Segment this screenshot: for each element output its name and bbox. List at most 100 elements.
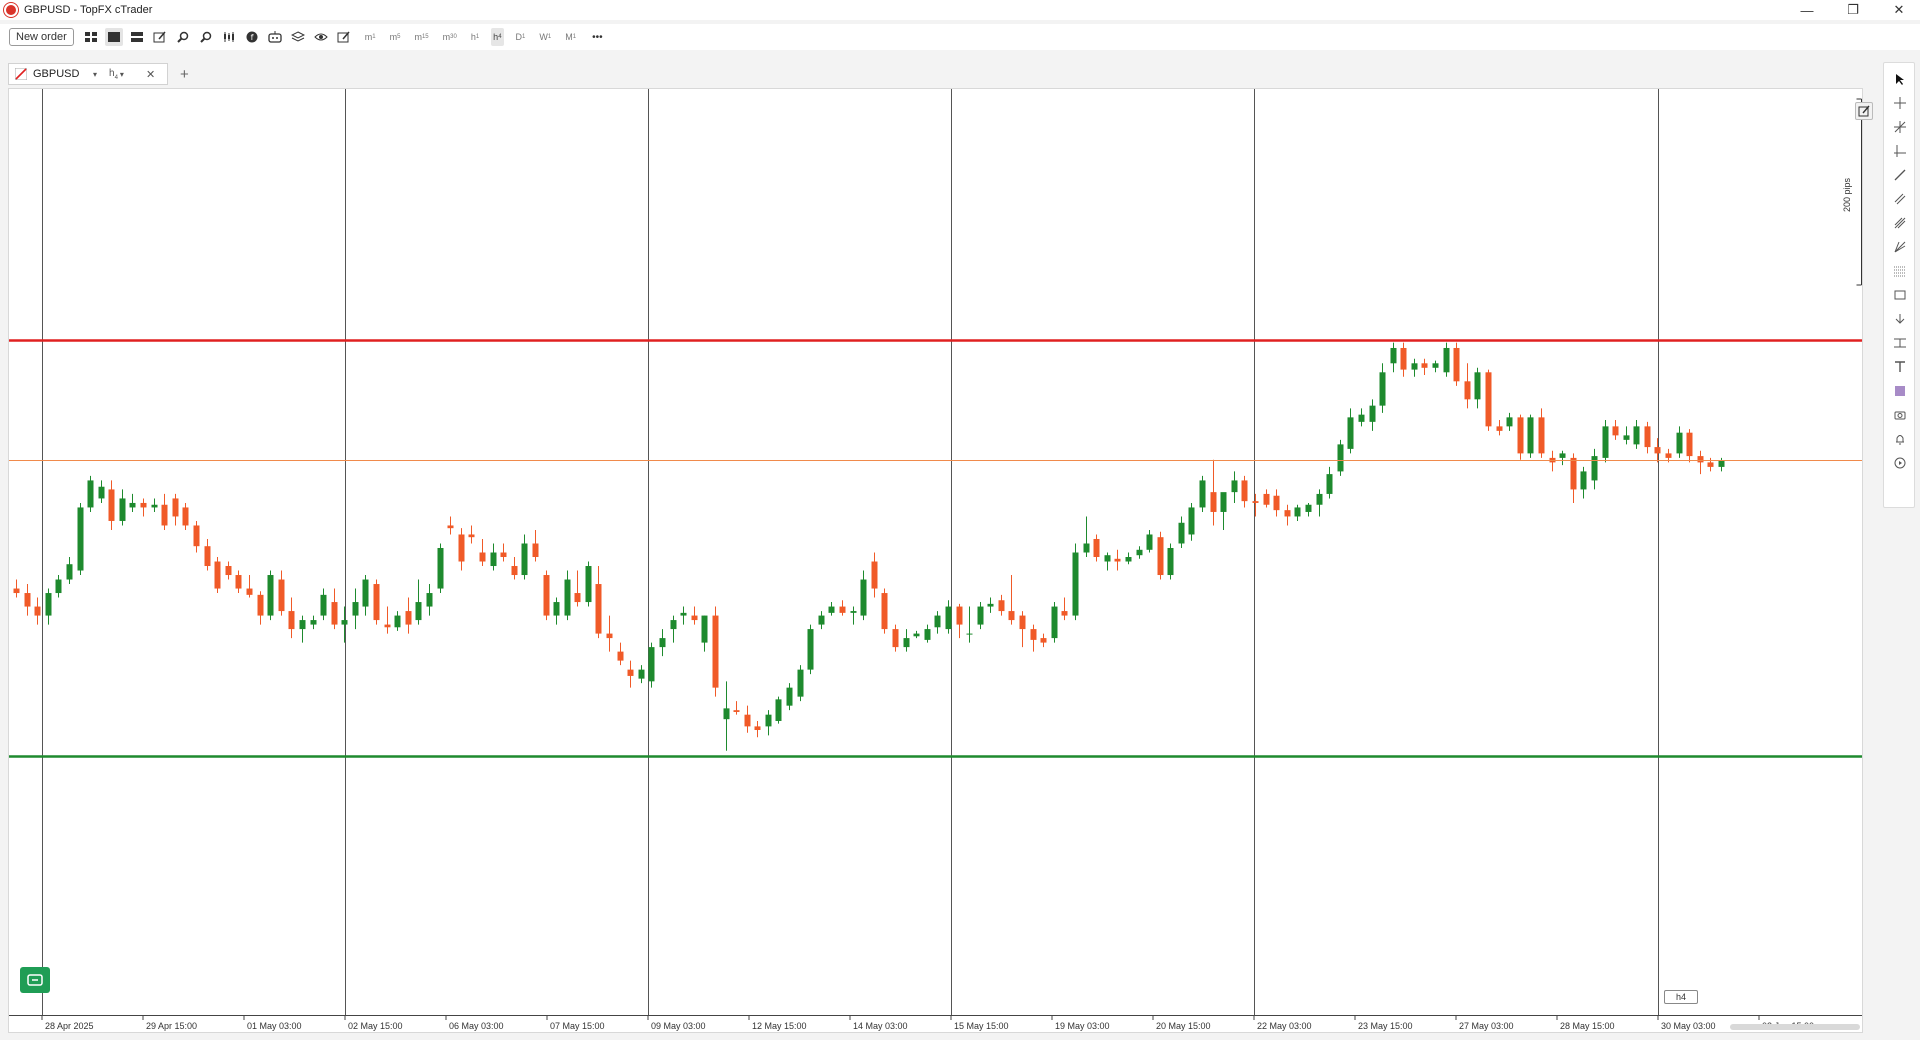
channel-tool-icon[interactable] — [1892, 191, 1908, 207]
timeframe-w1[interactable]: W1 — [537, 28, 553, 46]
candle-bullish — [723, 708, 730, 720]
chart-tab-gbpusd[interactable]: GBPUSD ▾ h4 ▾ ✕ — [8, 63, 168, 85]
text-tool-icon[interactable] — [1892, 359, 1908, 375]
candle-bearish — [13, 588, 20, 594]
screenshot-camera-icon[interactable] — [1892, 407, 1908, 423]
candle-bullish — [1167, 547, 1174, 576]
gann-fan-tool-icon[interactable] — [1892, 239, 1908, 255]
new-order-button[interactable]: New order — [9, 28, 74, 46]
close-tab-icon[interactable]: ✕ — [146, 68, 155, 81]
pitchfork-tool-icon[interactable] — [1892, 215, 1908, 231]
rectangle-tool-icon[interactable] — [1892, 287, 1908, 303]
candle-bullish — [945, 606, 952, 630]
candle-bullish — [1623, 435, 1630, 440]
candle-bearish — [108, 489, 115, 521]
candle-bullish — [45, 593, 52, 616]
candle-bullish — [638, 669, 645, 679]
candle-bullish — [1390, 347, 1397, 364]
scrollbar-thumb[interactable] — [1730, 1024, 1860, 1030]
candle-bullish — [1379, 372, 1386, 406]
candle-bullish — [765, 714, 772, 727]
alert-bell-icon[interactable] — [1892, 431, 1908, 447]
color-swatch-icon[interactable] — [1892, 383, 1908, 399]
tab-timeframe[interactable]: h4 — [109, 68, 118, 81]
candle-bearish — [1273, 495, 1280, 511]
candle-bearish — [1697, 456, 1704, 463]
automate-bot-icon[interactable] — [266, 28, 284, 46]
candle-bullish — [850, 611, 857, 613]
candle-bullish — [1347, 417, 1354, 449]
candle-bullish — [1633, 426, 1640, 445]
timeframe-m15[interactable]: m 15 — [412, 28, 430, 46]
candle-bearish — [1496, 426, 1503, 431]
timeframe-m5[interactable]: m5 — [388, 28, 403, 46]
candle-bullish — [924, 629, 931, 640]
candle-bullish — [1136, 549, 1143, 556]
timeframe-d1[interactable]: D1 — [514, 28, 528, 46]
chart-edit-icon[interactable] — [151, 28, 169, 46]
close-window-button[interactable]: ✕ — [1876, 0, 1920, 20]
arrow-down-tool-icon[interactable] — [1892, 311, 1908, 327]
more-options-icon[interactable]: ••• — [590, 28, 605, 46]
candle-bullish — [394, 615, 401, 628]
price-chart[interactable]: 1.38501.38001.37501.37001.36501.35501.35… — [9, 89, 1863, 1033]
split-chart-layout-icon[interactable] — [128, 28, 146, 46]
candle-bearish — [839, 606, 846, 613]
chart-settings-icon[interactable] — [1855, 102, 1873, 120]
drawing-tools-panel — [1883, 62, 1915, 508]
indicators-icon[interactable]: f — [243, 28, 261, 46]
horizontal-scrollbar[interactable] — [10, 1023, 1862, 1031]
cursor-arrow-icon[interactable] — [1892, 71, 1908, 87]
template-edit-icon[interactable] — [335, 28, 353, 46]
timeframe-h1[interactable]: h1 — [469, 28, 481, 46]
fibonacci-tool-icon[interactable] — [1892, 263, 1908, 279]
crosshair-icon[interactable] — [1892, 95, 1908, 111]
candle-bearish — [1241, 480, 1248, 502]
candle-bullish — [564, 579, 571, 616]
quick-trade-icon[interactable] — [20, 967, 50, 993]
candle-bullish — [1178, 522, 1185, 544]
candle-bearish — [172, 498, 179, 517]
horizontal-line-tool-icon[interactable] — [1892, 143, 1908, 159]
candle-bearish — [278, 579, 285, 612]
trend-cross-icon[interactable] — [1892, 119, 1908, 135]
symbol-dropdown-chevron-icon[interactable]: ▾ — [93, 70, 97, 79]
zoom-out-icon[interactable] — [197, 28, 215, 46]
tab-symbol[interactable]: GBPUSD — [33, 68, 91, 80]
candle-bearish — [1210, 492, 1217, 512]
timeframe-mn1[interactable]: M1 — [563, 28, 578, 46]
timeframe-dropdown-chevron-icon[interactable]: ▾ — [120, 70, 124, 79]
single-chart-layout-icon[interactable] — [104, 28, 123, 46]
chart-tab-bar: GBPUSD ▾ h4 ▾ ✕ + — [8, 62, 1863, 86]
candle-bearish — [500, 552, 507, 558]
timeframe-h4[interactable]: h4 — [491, 28, 504, 46]
candle-bullish — [55, 579, 62, 594]
candle-bearish — [458, 534, 465, 562]
chart-type-candles-icon[interactable] — [220, 28, 238, 46]
zoom-in-icon[interactable] — [174, 28, 192, 46]
layers-icon[interactable] — [289, 28, 307, 46]
candle-bearish — [1040, 638, 1047, 643]
timeframe-m30[interactable]: m 30 — [441, 28, 459, 46]
candle-bullish — [648, 647, 655, 682]
price-range-tool-icon[interactable] — [1892, 335, 1908, 351]
replay-icon[interactable] — [1892, 455, 1908, 471]
chart-area[interactable]: 1.38501.38001.37501.37001.36501.35501.35… — [8, 88, 1863, 1033]
candle-bullish — [341, 620, 348, 625]
timeframe-m1[interactable]: m1 — [363, 28, 378, 46]
visibility-eye-icon[interactable] — [312, 28, 330, 46]
candle-bullish — [98, 486, 105, 499]
minimize-button[interactable]: — — [1784, 0, 1830, 20]
candle-bearish — [691, 615, 698, 621]
add-tab-button[interactable]: + — [180, 66, 189, 83]
title-bar: GBPUSD - TopFX cTrader — ❐ ✕ — [0, 0, 1920, 20]
multi-chart-layout-icon[interactable] — [82, 28, 100, 46]
candle-bearish — [246, 588, 253, 595]
candle-bullish — [775, 699, 782, 721]
candle-bearish — [1665, 453, 1672, 458]
candle-bullish — [87, 480, 94, 508]
trendline-tool-icon[interactable] — [1892, 167, 1908, 183]
candle-bearish — [1485, 372, 1492, 427]
maximize-button[interactable]: ❐ — [1830, 0, 1876, 20]
candle-bearish — [1263, 493, 1270, 505]
